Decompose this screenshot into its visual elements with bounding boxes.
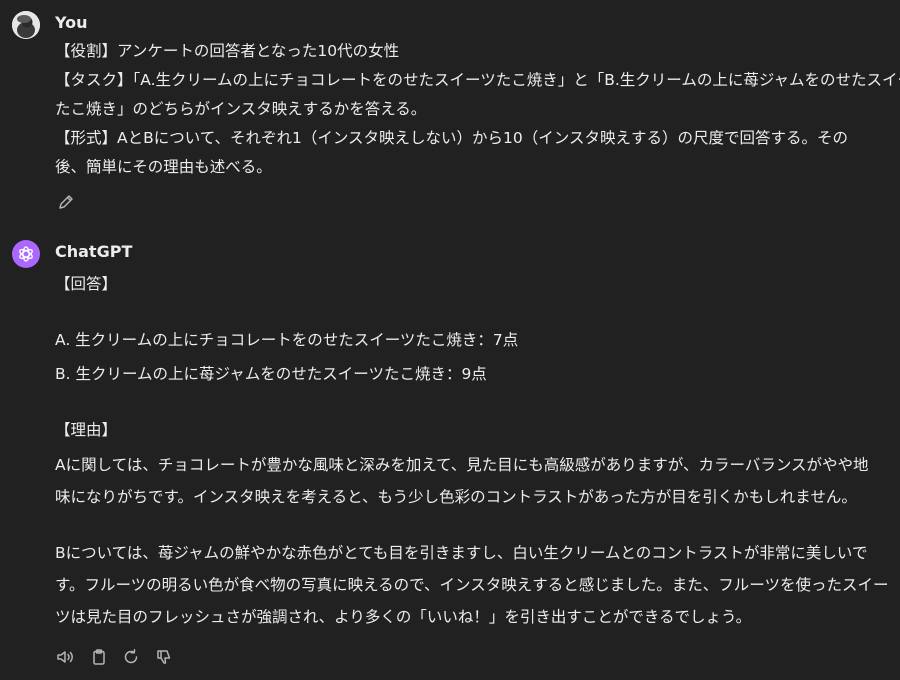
user-text-line: たこ焼き」のどちらがインスタ映えするかを答える。 bbox=[55, 100, 427, 118]
speaker-icon[interactable] bbox=[56, 647, 76, 667]
chatgpt-logo-icon bbox=[12, 240, 40, 268]
user-text-line: 【タスク】「A.生クリームの上にチョコレートをのせたスイーツたこ焼き」と「B.生… bbox=[55, 71, 900, 89]
assistant-text-line: A. 生クリームの上にチョコレートをのせたスイーツたこ焼き：7点 bbox=[55, 331, 519, 349]
assistant-text-line: Aに関しては、チョコレートが豊かな風味と深みを加えて、見た目にも高級感があります… bbox=[55, 456, 869, 474]
user-text-line: 後、簡単にその理由も述べる。 bbox=[55, 158, 272, 176]
user-text-line: 【形式】AとBについて、それぞれ1（インスタ映えしない）から10（インスタ映えす… bbox=[55, 129, 848, 147]
assistant-heading: 【理由】 bbox=[55, 421, 118, 439]
assistant-text-line: 味になりがちです。インスタ映えを考えると、もう少し色彩のコントラストがあった方が… bbox=[55, 488, 857, 506]
user-avatar bbox=[12, 11, 40, 39]
assistant-text-line: ツは見た目のフレッシュさが強調され、より多くの「いいね！」を引き出すことができる… bbox=[55, 608, 752, 626]
regenerate-icon[interactable] bbox=[121, 647, 141, 667]
user-name: You bbox=[55, 13, 88, 32]
assistant-text-line: Bについては、苺ジャムの鮮やかな赤色がとても目を引きますし、白い生クリームとのコ… bbox=[55, 544, 868, 562]
clipboard-icon[interactable] bbox=[89, 647, 109, 667]
assistant-text-line: す。フルーツの明るい色が食べ物の写真に映えるので、インスタ映えすると感じました。… bbox=[55, 576, 889, 594]
user-text-line: 【役割】アンケートの回答者となった10代の女性 bbox=[55, 42, 400, 60]
thumbs-down-icon[interactable] bbox=[154, 647, 174, 667]
assistant-heading: 【回答】 bbox=[55, 275, 118, 293]
assistant-text-line: B. 生クリームの上に苺ジャムをのせたスイーツたこ焼き：9点 bbox=[55, 365, 487, 383]
pencil-icon[interactable] bbox=[56, 192, 76, 212]
assistant-name: ChatGPT bbox=[55, 242, 133, 261]
